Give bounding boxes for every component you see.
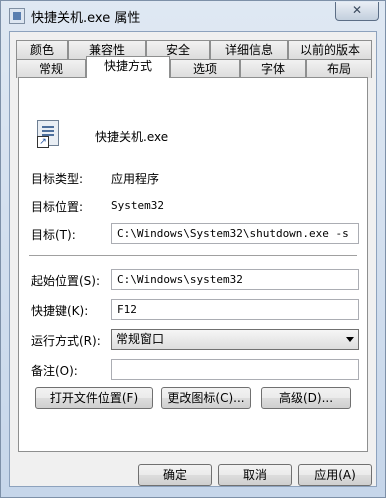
hotkey-field[interactable]: F12 [111,299,359,320]
comment-field[interactable] [111,359,359,380]
run-select-value: 常规窗口 [116,332,165,346]
hotkey-label: 快捷键(K): [31,304,89,318]
cancel-button[interactable]: 取消 [218,464,292,486]
tab-general[interactable]: 常规 [16,59,86,78]
target-field[interactable]: C:\Windows\System32\shutdown.exe -s [111,223,359,244]
ok-button[interactable]: 确定 [138,464,212,486]
window-icon [9,8,25,24]
run-label: 运行方式(R): [31,334,101,348]
start-in-field[interactable]: C:\Windows\system32 [111,269,359,290]
tab-layout[interactable]: 布局 [306,59,372,78]
change-icon-button[interactable]: 更改图标(C)... [161,387,251,409]
apply-button[interactable]: 应用(A) [298,464,372,486]
close-button[interactable]: ✕ [335,2,379,21]
tab-shortcut[interactable]: 快捷方式 [86,56,170,78]
shortcut-exe-icon: ↗ [37,120,65,150]
run-select[interactable]: 常规窗口 [111,329,359,350]
target-type-value: 应用程序 [111,172,160,186]
comment-label: 备注(O): [31,364,78,378]
tab-details[interactable]: 详细信息 [210,40,288,59]
open-file-location-button[interactable]: 打开文件位置(F) [35,387,153,409]
target-location-value: System32 [111,199,164,212]
start-in-label: 起始位置(S): [31,274,101,288]
window-title: 快捷关机.exe 属性 [31,11,141,26]
target-type-label: 目标类型: [31,172,84,186]
chevron-down-icon [346,337,354,342]
divider [29,255,357,257]
target-location-label: 目标位置: [31,200,84,214]
dialog-body: 颜色 兼容性 安全 详细信息 以前的版本 常规 快捷方式 选项 字体 布局 ↗ … [9,31,377,487]
title-bar[interactable]: 快捷关机.exe 属性 ✕ [1,1,385,31]
shortcut-panel: ↗ 快捷关机.exe 目标类型: 应用程序 目标位置: System32 目标(… [18,77,368,452]
advanced-button[interactable]: 高级(D)... [261,387,351,409]
tab-colors[interactable]: 颜色 [16,40,68,59]
tab-font[interactable]: 字体 [240,59,306,78]
shortcut-name: 快捷关机.exe [95,130,169,144]
properties-window: 快捷关机.exe 属性 ✕ 颜色 兼容性 安全 详细信息 以前的版本 常规 快捷… [0,0,386,498]
target-label: 目标(T): [31,228,76,242]
tab-options[interactable]: 选项 [170,59,240,78]
tab-previous-versions[interactable]: 以前的版本 [288,40,372,59]
